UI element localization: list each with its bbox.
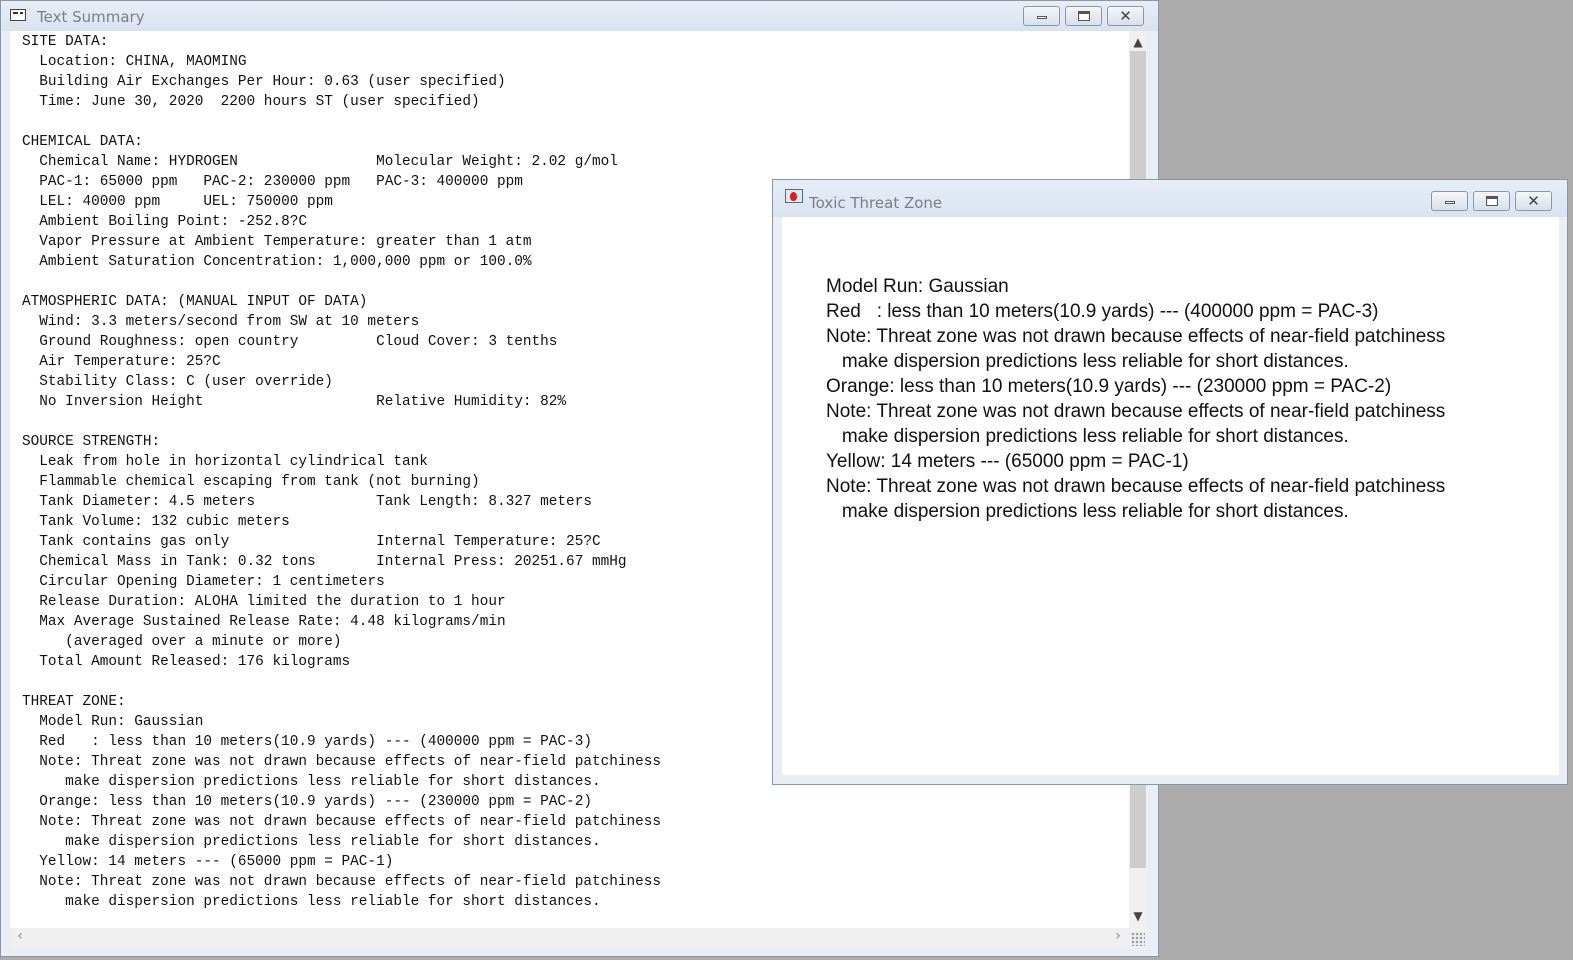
- summary-line: Time: June 30, 2020 2200 hours ST (user …: [22, 94, 480, 110]
- summary-line: Tank Volume: 132 cubic meters: [22, 514, 290, 530]
- summary-line: Note: Threat zone was not drawn because …: [22, 874, 662, 890]
- summary-line: Orange: less than 10 meters(10.9 yards) …: [22, 794, 592, 810]
- minimize-button[interactable]: [1431, 191, 1468, 211]
- threat-zone-line: Note: Threat zone was not drawn because …: [826, 476, 1446, 497]
- summary-line: PAC-1: 65000 ppm PAC-2: 230000 ppm PAC-3…: [22, 174, 523, 190]
- scroll-down-icon[interactable]: ▼: [1129, 907, 1147, 925]
- summary-line: Air Temperature: 25?C: [22, 354, 221, 370]
- threat-zone-line: Red : less than 10 meters(10.9 yards) --…: [826, 301, 1379, 322]
- summary-line: make dispersion predictions less reliabl…: [22, 774, 601, 790]
- maximize-button[interactable]: [1065, 6, 1102, 26]
- summary-line: Release Duration: ALOHA limited the dura…: [22, 594, 506, 610]
- summary-line: Red : less than 10 meters(10.9 yards) --…: [22, 734, 592, 750]
- maximize-button[interactable]: [1473, 191, 1510, 211]
- scroll-right-icon[interactable]: ›: [1110, 928, 1126, 946]
- minimize-icon: [1037, 16, 1047, 19]
- threat-zone-line: Note: Threat zone was not drawn because …: [826, 326, 1446, 347]
- summary-text: SITE DATA: Location: CHINA, MAOMING Buil…: [22, 32, 661, 912]
- summary-line: THREAT ZONE:: [22, 694, 126, 710]
- summary-line: Note: Threat zone was not drawn because …: [22, 814, 662, 830]
- maximize-icon: [1078, 11, 1090, 21]
- close-button[interactable]: ✕: [1515, 191, 1552, 211]
- summary-line: LEL: 40000 ppm UEL: 750000 ppm: [22, 194, 333, 210]
- minimize-button[interactable]: [1023, 6, 1060, 26]
- maximize-icon: [1486, 196, 1498, 206]
- scroll-left-icon[interactable]: ‹: [12, 928, 28, 946]
- summary-line: Vapor Pressure at Ambient Temperature: g…: [22, 234, 532, 250]
- summary-line: Chemical Mass in Tank: 0.32 tons Interna…: [22, 554, 627, 570]
- threat-zone-text: Model Run: Gaussian Red : less than 10 me…: [826, 274, 1445, 524]
- threat-zone-line: Note: Threat zone was not drawn because …: [826, 401, 1446, 422]
- summary-line: Ambient Boiling Point: -252.8?C: [22, 214, 307, 230]
- threat-zone-line: Yellow: 14 meters --- (65000 ppm = PAC-1…: [826, 451, 1189, 472]
- scroll-up-icon[interactable]: ▲: [1129, 33, 1147, 51]
- summary-line: Model Run: Gaussian: [22, 714, 204, 730]
- summary-line: Tank contains gas only Internal Temperat…: [22, 534, 601, 550]
- summary-line: No Inversion Height Relative Humidity: 8…: [22, 394, 567, 410]
- close-button[interactable]: ✕: [1107, 6, 1144, 26]
- resize-grip-icon[interactable]: [1131, 932, 1145, 946]
- summary-line: Stability Class: C (user override): [22, 374, 333, 390]
- summary-line: SITE DATA:: [22, 34, 109, 50]
- summary-line: Building Air Exchanges Per Hour: 0.63 (u…: [22, 74, 506, 90]
- summary-line: Total Amount Released: 176 kilograms: [22, 654, 351, 670]
- threat-zone-line: make dispersion predictions less reliabl…: [826, 426, 1349, 447]
- toxic-threat-zone-titlebar[interactable]: Toxic Threat Zone ✕: [773, 180, 1567, 217]
- window-title: Toxic Threat Zone: [809, 194, 943, 212]
- close-icon: ✕: [1119, 7, 1132, 25]
- summary-line: Tank Diameter: 4.5 meters Tank Length: 8…: [22, 494, 592, 510]
- summary-line: Wind: 3.3 meters/second from SW at 10 me…: [22, 314, 420, 330]
- summary-line: SOURCE STRENGTH:: [22, 434, 161, 450]
- summary-line: Location: CHINA, MAOMING: [22, 54, 247, 70]
- summary-line: [22, 272, 661, 292]
- toxic-threat-zone-window: Toxic Threat Zone ✕ Model Run: Gaussian R…: [772, 179, 1568, 785]
- document-icon: [10, 9, 26, 21]
- threat-zone-line: make dispersion predictions less reliabl…: [826, 351, 1349, 372]
- summary-line: Circular Opening Diameter: 1 centimeters: [22, 574, 385, 590]
- threat-zone-line: make dispersion predictions less reliabl…: [826, 501, 1349, 522]
- summary-line: CHEMICAL DATA:: [22, 134, 143, 150]
- summary-line: (averaged over a minute or more): [22, 634, 342, 650]
- summary-line: Yellow: 14 meters --- (65000 ppm = PAC-1…: [22, 854, 394, 870]
- summary-line: Ground Roughness: open country Cloud Cov…: [22, 334, 558, 350]
- summary-line: [22, 672, 661, 692]
- summary-line: [22, 112, 661, 132]
- threat-zone-line: Model Run: Gaussian: [826, 276, 1009, 297]
- horizontal-scrollbar[interactable]: ‹ ›: [10, 928, 1147, 948]
- text-summary-titlebar[interactable]: Text Summary ✕: [1, 1, 1158, 31]
- window-title: Text Summary: [37, 8, 145, 26]
- summary-line: Flammable chemical escaping from tank (n…: [22, 474, 480, 490]
- summary-line: Leak from hole in horizontal cylindrical…: [22, 454, 428, 470]
- summary-line: ATMOSPHERIC DATA: (MANUAL INPUT OF DATA): [22, 294, 368, 310]
- threat-zone-line: Orange: less than 10 meters(10.9 yards) …: [826, 376, 1392, 397]
- threat-zone-icon: [785, 189, 803, 203]
- threat-zone-content: Model Run: Gaussian Red : less than 10 me…: [782, 217, 1559, 775]
- summary-line: Note: Threat zone was not drawn because …: [22, 754, 662, 770]
- minimize-icon: [1445, 201, 1455, 204]
- close-icon: ✕: [1527, 192, 1540, 210]
- summary-line: make dispersion predictions less reliabl…: [22, 894, 601, 910]
- summary-line: Max Average Sustained Release Rate: 4.48…: [22, 614, 506, 630]
- summary-line: [22, 412, 661, 432]
- summary-line: make dispersion predictions less reliabl…: [22, 834, 601, 850]
- summary-line: Ambient Saturation Concentration: 1,000,…: [22, 254, 532, 270]
- summary-line: Chemical Name: HYDROGEN Molecular Weight…: [22, 154, 618, 170]
